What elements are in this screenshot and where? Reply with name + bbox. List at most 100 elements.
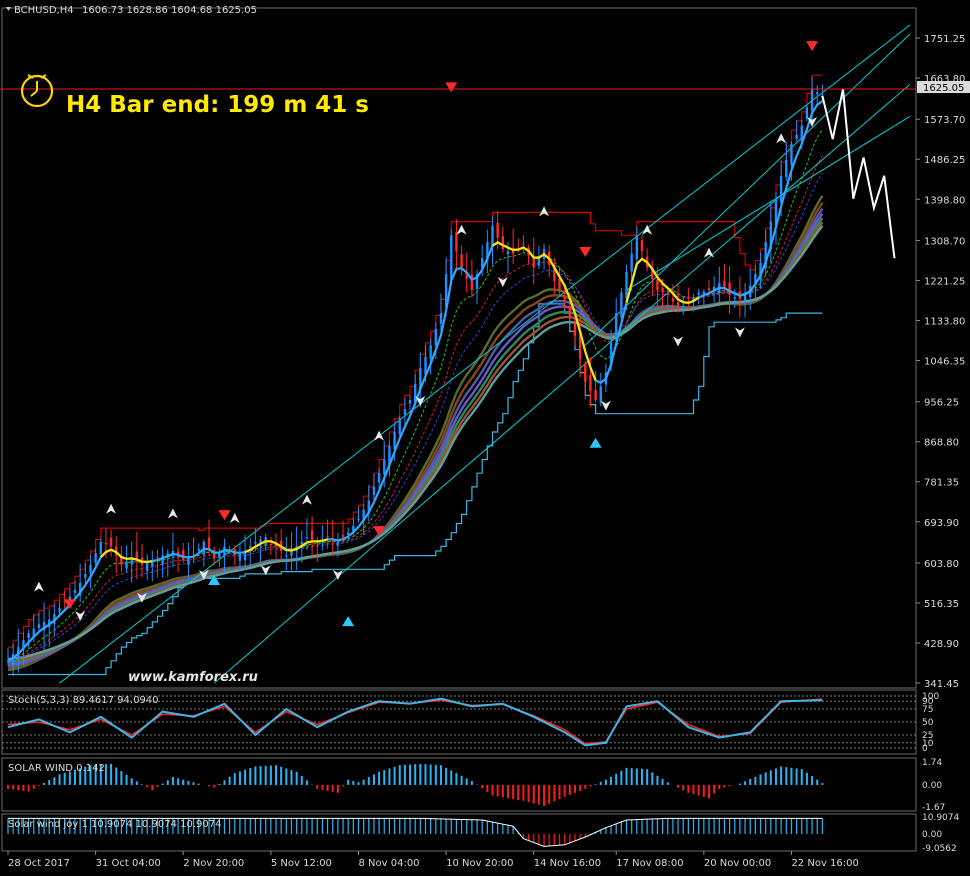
candle-body	[594, 389, 597, 401]
candle-body	[790, 143, 793, 165]
candle-body	[625, 271, 628, 299]
candle-body	[584, 363, 587, 382]
solar-wind-level-label: 1.74	[922, 758, 942, 768]
candle-body	[810, 88, 814, 111]
candle-body	[254, 541, 257, 544]
price-tick-label: 1221.25	[924, 276, 965, 287]
candle-body	[558, 278, 561, 291]
candle-body	[109, 537, 113, 547]
price-tick-label: 516.35	[924, 599, 959, 610]
price-tick-label: 956.25	[924, 398, 959, 409]
candle-body	[666, 292, 669, 295]
candle-body	[73, 589, 77, 593]
candle-body	[460, 254, 463, 268]
time-tick-label: 14 Nov 16:00	[534, 858, 601, 869]
price-tick-label: 1751.25	[924, 34, 965, 45]
candle-body	[89, 564, 92, 573]
candle-body	[537, 258, 541, 266]
candle-body	[393, 432, 396, 450]
stochastic-label: Stoch(5,3,3) 89.4617 94.0940	[8, 695, 159, 706]
price-tick-label: 428.90	[924, 639, 959, 650]
candle-body	[156, 556, 159, 558]
time-tick-label: 28 Oct 2017	[8, 858, 70, 869]
candle-body	[99, 541, 102, 554]
last-price-tag: 1625.05	[917, 81, 970, 94]
candle-body	[805, 107, 809, 119]
candle-body	[496, 222, 499, 238]
candle-body	[429, 345, 432, 359]
candle-body	[816, 92, 819, 95]
candle-body	[733, 297, 736, 299]
candle-body	[656, 279, 659, 291]
candle-body	[326, 536, 329, 538]
candle-body	[455, 232, 458, 252]
candle-body	[682, 306, 685, 309]
time-tick-label: 5 Nov 12:00	[271, 858, 332, 869]
candle-body	[27, 633, 30, 639]
candle-body	[197, 548, 200, 552]
price-tick-label: 341.45	[924, 679, 959, 690]
bar-end-timer: H4 Bar end: 199 m 41 s	[66, 92, 369, 118]
candle-body	[182, 550, 185, 561]
chart-canvas[interactable]: BCHUSD,H4 1606.73 1628.86 1604.68 1625.0…	[0, 0, 970, 876]
time-tick-label: 22 Nov 16:00	[791, 858, 858, 869]
candle-body	[290, 550, 293, 556]
candle-body	[728, 282, 731, 295]
candle-body	[630, 253, 633, 272]
solar-wind-level-label: 0.00	[922, 781, 942, 791]
symbol-label: BCHUSD,H4	[14, 5, 74, 16]
candle-body	[377, 473, 381, 483]
candle-body	[707, 288, 711, 291]
time-tick-label: 31 Oct 04:00	[96, 858, 161, 869]
time-tick-label: 10 Nov 20:00	[446, 858, 513, 869]
candle-body	[238, 553, 242, 561]
time-tick-label: 8 Nov 04:00	[358, 858, 419, 869]
watermark-text: www.kamforex.ru	[128, 670, 258, 685]
price-tick-label: 693.90	[924, 518, 959, 529]
candle-body	[568, 306, 572, 318]
solar-wind-level-label: -1.67	[922, 803, 945, 813]
time-tick-label: 20 Nov 00:00	[704, 858, 771, 869]
candle-body	[285, 555, 288, 557]
candle-body	[635, 235, 639, 260]
candle-body	[58, 608, 61, 612]
solar-wind-label: SOLAR WIND 0.142	[8, 763, 105, 774]
joy-level-label: 10.9074	[922, 813, 959, 823]
candle-body	[532, 257, 535, 268]
candle-body	[249, 546, 252, 548]
candle-body	[383, 459, 386, 475]
candle-body	[310, 530, 314, 540]
joy-level-label: -9.0562	[922, 844, 957, 854]
price-tick-label: 1398.80	[924, 195, 965, 206]
candle-body	[408, 400, 412, 404]
candle-body	[573, 323, 577, 336]
candle-body	[207, 537, 211, 550]
candle-body	[305, 537, 309, 539]
candle-body	[372, 486, 376, 496]
price-tick-label: 781.35	[924, 478, 959, 489]
candle-body	[104, 543, 108, 545]
candle-body	[336, 541, 340, 546]
candle-body	[697, 292, 700, 295]
candle-body	[779, 175, 783, 203]
candle-body	[187, 557, 190, 565]
candle-body	[620, 292, 623, 317]
candle-body	[589, 374, 592, 391]
candle-body	[676, 302, 680, 309]
candle-body	[599, 386, 602, 403]
candle-body	[795, 134, 798, 139]
solar-wind-joy-label: Solar wind joy 1 10.9074 10.9074 10.9074	[8, 819, 221, 830]
candle-body	[84, 573, 87, 578]
candle-body	[94, 553, 97, 563]
time-tick-label: 2 Nov 20:00	[183, 858, 244, 869]
candle-body	[450, 235, 453, 280]
ohlc-readout: 1606.73 1628.86 1604.68 1625.05	[82, 5, 257, 16]
candle-body	[522, 243, 525, 245]
candle-body	[341, 535, 345, 538]
price-tick-label: 1133.80	[924, 316, 965, 327]
candle-body	[125, 561, 128, 569]
price-tick-label: 1308.70	[924, 236, 965, 247]
price-tick-label: 1573.70	[924, 115, 965, 126]
stochastic-level-label: 75	[922, 705, 933, 715]
candle-body	[506, 251, 510, 254]
